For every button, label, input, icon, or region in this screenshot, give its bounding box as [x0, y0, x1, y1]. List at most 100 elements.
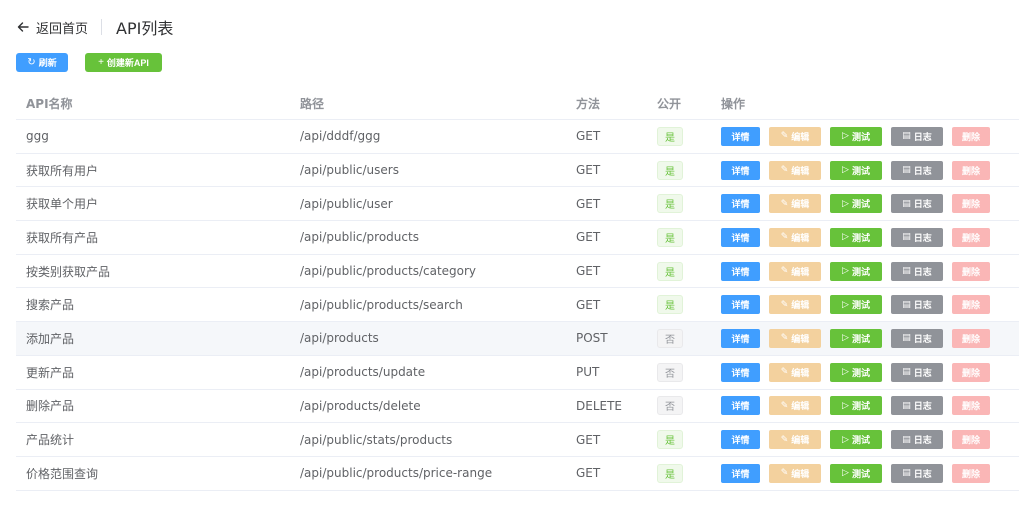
- detail-button[interactable]: 详情: [721, 227, 760, 247]
- table-row: 删除产品/api/products/delete DELETE 否 详情 ✎ 编辑 ▷ 测试 ▤…: [16, 390, 1019, 424]
- actions-cell: 详情 ✎ 编辑 ▷ 测试 ▤ 日志 删除: [711, 463, 1019, 483]
- delete-label: 删除: [961, 200, 980, 211]
- detail-button[interactable]: 详情: [721, 194, 760, 214]
- back-label: 返回首页: [36, 21, 89, 37]
- log-button[interactable]: ▤ 日志: [891, 261, 943, 281]
- play-icon: ▷: [842, 232, 849, 243]
- delete-button[interactable]: 删除: [952, 430, 990, 450]
- back-to-home-link[interactable]: 返回首页: [16, 18, 88, 37]
- detail-button[interactable]: 详情: [721, 295, 760, 315]
- api-method-cell: GET: [576, 196, 601, 211]
- edit-button[interactable]: ✎ 编辑: [769, 295, 821, 315]
- test-button[interactable]: ▷ 测试: [830, 194, 882, 214]
- edit-label: 编辑: [791, 301, 810, 312]
- log-button[interactable]: ▤ 日志: [891, 362, 943, 382]
- delete-button[interactable]: 删除: [952, 396, 990, 416]
- log-button[interactable]: ▤ 日志: [891, 194, 943, 214]
- edit-icon: ✎: [780, 266, 789, 277]
- log-button[interactable]: ▤ 日志: [891, 295, 943, 315]
- delete-button[interactable]: 删除: [952, 463, 990, 483]
- edit-button[interactable]: ✎ 编辑: [769, 463, 821, 483]
- edit-button[interactable]: ✎ 编辑: [769, 328, 821, 348]
- detail-button[interactable]: 详情: [721, 396, 760, 416]
- delete-button[interactable]: 删除: [952, 328, 990, 348]
- document-icon: ▤: [902, 232, 911, 243]
- refresh-button[interactable]: ↻ 刷新: [16, 53, 68, 72]
- public-tag: 是: [657, 430, 683, 450]
- create-api-button[interactable]: + 创建新API: [85, 53, 162, 72]
- delete-button[interactable]: 删除: [952, 160, 990, 180]
- detail-button[interactable]: 详情: [721, 328, 760, 348]
- public-tag: 是: [657, 295, 683, 315]
- delete-label: 删除: [961, 301, 980, 312]
- test-button[interactable]: ▷ 测试: [830, 261, 882, 281]
- delete-button[interactable]: 删除: [952, 227, 990, 247]
- edit-icon: ✎: [780, 333, 789, 344]
- test-button[interactable]: ▷ 测试: [830, 126, 882, 146]
- edit-button[interactable]: ✎ 编辑: [769, 126, 821, 146]
- edit-button[interactable]: ✎ 编辑: [769, 160, 821, 180]
- log-button[interactable]: ▤ 日志: [891, 430, 943, 450]
- test-label: 测试: [851, 436, 870, 447]
- edit-button[interactable]: ✎ 编辑: [769, 396, 821, 416]
- log-button[interactable]: ▤ 日志: [891, 227, 943, 247]
- play-icon: ▷: [842, 367, 849, 378]
- log-button[interactable]: ▤ 日志: [891, 126, 943, 146]
- public-tag: 是: [657, 463, 683, 483]
- table-row: 价格范围查询/api/public/products/price-range GE…: [16, 457, 1019, 491]
- table-row: ggg/api/dddf/ggg GET 是 详情 ✎ 编辑 ▷ 测试 ▤ 日志 删除: [16, 120, 1019, 154]
- public-cell: 是: [647, 126, 711, 146]
- delete-button[interactable]: 删除: [952, 261, 990, 281]
- test-button[interactable]: ▷ 测试: [830, 463, 882, 483]
- edit-label: 编辑: [791, 402, 810, 413]
- edit-button[interactable]: ✎ 编辑: [769, 362, 821, 382]
- test-button[interactable]: ▷ 测试: [830, 295, 882, 315]
- edit-icon: ✎: [780, 165, 789, 176]
- api-path-cell: /api/products/delete: [300, 398, 421, 413]
- edit-label: 编辑: [791, 334, 810, 345]
- test-label: 测试: [851, 368, 870, 379]
- api-path-cell: /api/public/user: [300, 196, 393, 211]
- log-label: 日志: [913, 233, 932, 244]
- log-button[interactable]: ▤ 日志: [891, 160, 943, 180]
- edit-button[interactable]: ✎ 编辑: [769, 194, 821, 214]
- edit-label: 编辑: [791, 469, 810, 480]
- edit-icon: ✎: [780, 367, 789, 378]
- test-label: 测试: [851, 132, 870, 143]
- api-method-cell: GET: [576, 432, 601, 447]
- delete-label: 删除: [961, 436, 980, 447]
- detail-button[interactable]: 详情: [721, 430, 760, 450]
- test-button[interactable]: ▷ 测试: [830, 362, 882, 382]
- detail-label: 详情: [731, 334, 750, 345]
- delete-button[interactable]: 删除: [952, 362, 990, 382]
- detail-button[interactable]: 详情: [721, 126, 760, 146]
- detail-button[interactable]: 详情: [721, 362, 760, 382]
- test-button[interactable]: ▷ 测试: [830, 396, 882, 416]
- detail-label: 详情: [731, 132, 750, 143]
- test-button[interactable]: ▷ 测试: [830, 160, 882, 180]
- test-button[interactable]: ▷ 测试: [830, 430, 882, 450]
- play-icon: ▷: [842, 468, 849, 479]
- page-header: 返回首页 API列表: [16, 17, 173, 38]
- edit-icon: ✎: [780, 434, 789, 445]
- edit-button[interactable]: ✎ 编辑: [769, 430, 821, 450]
- test-button[interactable]: ▷ 测试: [830, 227, 882, 247]
- detail-button[interactable]: 详情: [721, 463, 760, 483]
- detail-button[interactable]: 详情: [721, 261, 760, 281]
- api-name-cell: 更新产品: [26, 365, 75, 380]
- log-button[interactable]: ▤ 日志: [891, 463, 943, 483]
- edit-button[interactable]: ✎ 编辑: [769, 261, 821, 281]
- test-button[interactable]: ▷ 测试: [830, 328, 882, 348]
- delete-button[interactable]: 删除: [952, 194, 990, 214]
- log-button[interactable]: ▤ 日志: [891, 328, 943, 348]
- log-button[interactable]: ▤ 日志: [891, 396, 943, 416]
- edit-button[interactable]: ✎ 编辑: [769, 227, 821, 247]
- toolbar: ↻ 刷新 + 创建新API: [16, 53, 162, 72]
- public-tag: 否: [657, 328, 683, 348]
- log-label: 日志: [913, 200, 932, 211]
- delete-button[interactable]: 删除: [952, 126, 990, 146]
- test-label: 测试: [851, 334, 870, 345]
- log-label: 日志: [913, 301, 932, 312]
- detail-button[interactable]: 详情: [721, 160, 760, 180]
- delete-button[interactable]: 删除: [952, 295, 990, 315]
